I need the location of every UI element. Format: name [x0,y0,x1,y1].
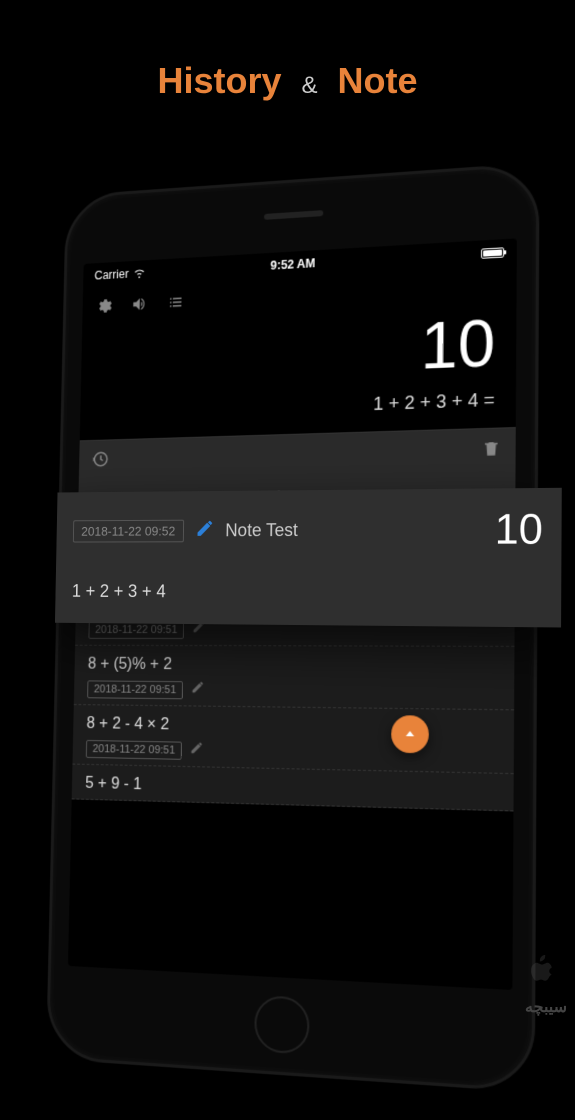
popup-result: 10 [495,504,543,553]
phone-speaker [264,210,323,220]
marketing-title: History & Note [0,0,575,102]
wifi-icon [132,268,145,278]
phone-frame: Carrier 9:52 AM 10 1 + 2 + 3 [46,162,540,1092]
apple-logo-icon [529,955,555,985]
history-expression: 8 + 2 - 4 × 2 [86,715,499,740]
scroll-up-fab[interactable] [391,715,429,753]
history-timestamp: 2018-11-22 09:51 [86,739,182,759]
history-expression: 8 + (5)% + 2 [88,656,500,677]
watermark-label: سیبچه [525,997,567,1017]
list-icon[interactable] [167,293,185,311]
title-word-history: History [157,60,281,101]
history-item[interactable]: 8 + 2 - 4 × 2 2018-11-22 09:51 [72,705,514,774]
edit-note-icon[interactable] [195,518,214,543]
popup-expression: 1 + 2 + 3 + 4 [72,581,543,604]
battery-icon [481,247,504,259]
carrier-label: Carrier [94,267,129,282]
note-popup-card[interactable]: 2018-11-22 09:52 Note Test 10 1 + 2 + 3 … [55,488,562,628]
popup-note-text: Note Test [225,520,298,541]
title-word-note: Note [338,60,418,101]
history-timestamp: 2018-11-22 09:51 [87,680,183,699]
edit-note-icon[interactable] [191,680,205,699]
volume-icon[interactable] [131,295,148,313]
edit-note-icon[interactable] [190,741,204,761]
popup-timestamp: 2018-11-22 09:52 [73,519,184,542]
title-ampersand: & [302,72,318,99]
history-expression: 5 + 9 - 1 [85,775,499,804]
trash-icon[interactable] [482,444,501,462]
clock-label: 9:52 AM [270,256,315,272]
phone-mockup: Carrier 9:52 AM 10 1 + 2 + 3 [46,158,575,1120]
history-item[interactable]: 8 + (5)% + 2 2018-11-22 09:51 [74,646,515,711]
history-clock-icon[interactable] [92,450,109,473]
settings-icon[interactable] [95,297,112,315]
home-button[interactable] [254,995,310,1055]
